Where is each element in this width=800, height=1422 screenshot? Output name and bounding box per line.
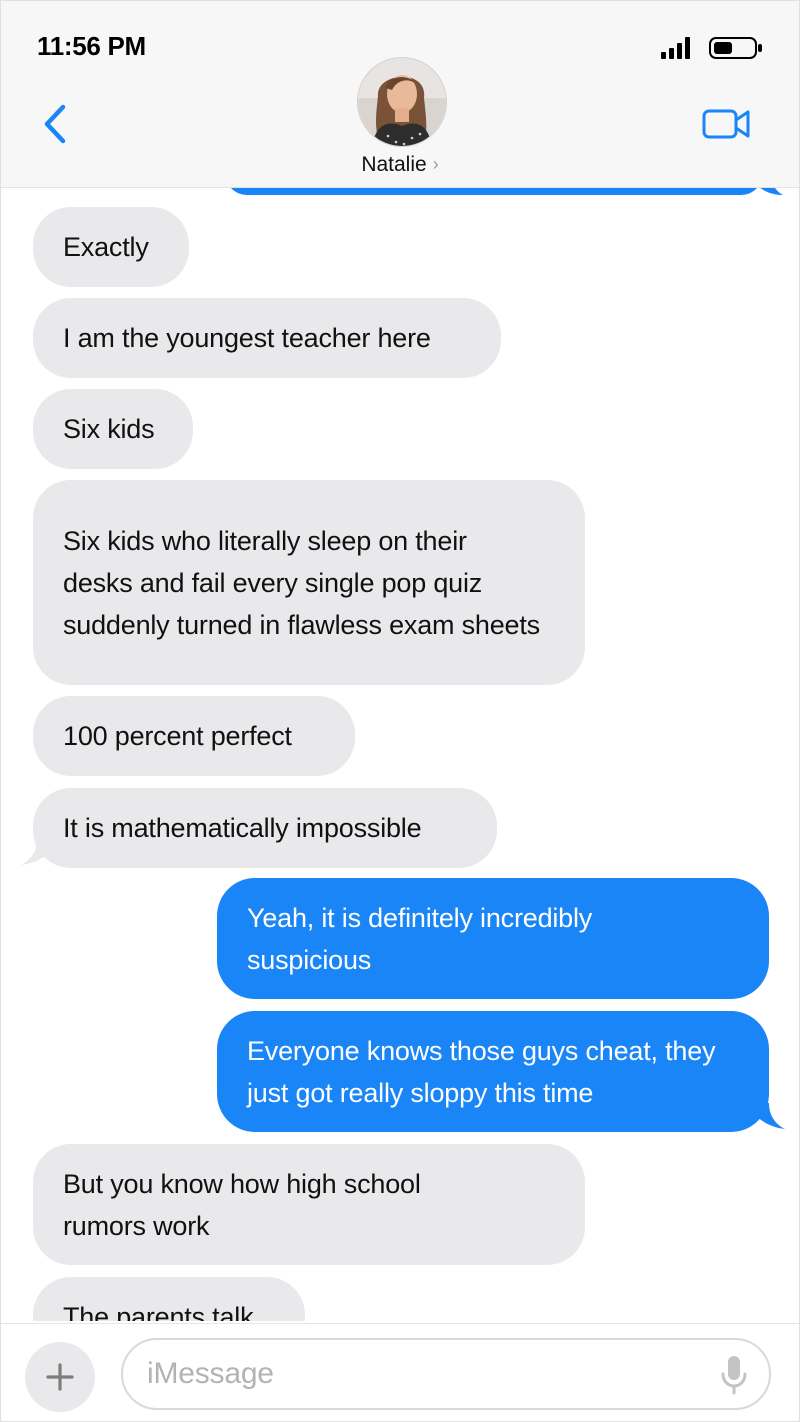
message-text: It is mathematically impossible [63,813,422,843]
incoming-bubble[interactable]: Exactly [33,207,189,287]
contact-name-button[interactable]: Natalie › [1,153,799,177]
video-camera-icon[interactable] [701,105,753,141]
imessage-screen: Exactly I am the youngest teacher here S… [0,0,800,1422]
message-text: Yeah, it is definitely incredibly suspic… [247,902,593,975]
incoming-bubble[interactable]: I am the youngest teacher here [33,298,501,378]
incoming-bubble[interactable]: 100 percent perfect [33,696,355,776]
message-composer: iMessage [1,1323,799,1421]
message-text: Exactly [63,232,149,262]
battery-icon [709,37,762,59]
message-input[interactable]: iMessage [121,1338,771,1410]
message-text: 100 percent perfect [63,721,292,751]
message-input-placeholder: iMessage [147,1357,274,1390]
microphone-icon[interactable] [719,1354,749,1396]
outgoing-bubble[interactable]: Everyone knows those guys cheat, they ju… [217,1011,769,1132]
incoming-bubble[interactable]: Six kids who literally sleep on their de… [33,480,585,685]
message-text: Six kids [63,414,155,444]
plus-icon [46,1363,74,1391]
message-thread[interactable]: Exactly I am the youngest teacher here S… [1,1,799,1321]
outgoing-bubble[interactable]: Yeah, it is definitely incredibly suspic… [217,878,769,999]
conversation-header: 11:56 PM Natalie › [1,1,799,188]
message-text: Six kids who literally sleep on their de… [63,525,540,640]
bubble-tail [747,1103,785,1129]
message-text: Everyone knows those guys cheat, they ju… [247,1035,716,1108]
contact-name: Natalie [361,153,427,176]
chevron-left-icon[interactable] [37,103,73,145]
add-attachment-button[interactable] [25,1342,95,1412]
incoming-bubble[interactable]: The parents talk [33,1277,305,1321]
chevron-right-icon: › [432,154,439,174]
incoming-bubble[interactable]: But you know how high school rumors work [33,1144,585,1265]
avatar[interactable] [357,57,447,147]
incoming-bubble[interactable]: It is mathematically impossible [33,788,497,868]
signal-strength-icon [661,37,690,59]
message-text: But you know how high school rumors work [63,1168,421,1241]
status-time: 11:56 PM [37,31,146,61]
incoming-bubble[interactable]: Six kids [33,389,193,469]
message-text: I am the youngest teacher here [63,323,431,353]
bubble-tail [21,839,59,865]
message-text: The parents talk [63,1302,254,1321]
